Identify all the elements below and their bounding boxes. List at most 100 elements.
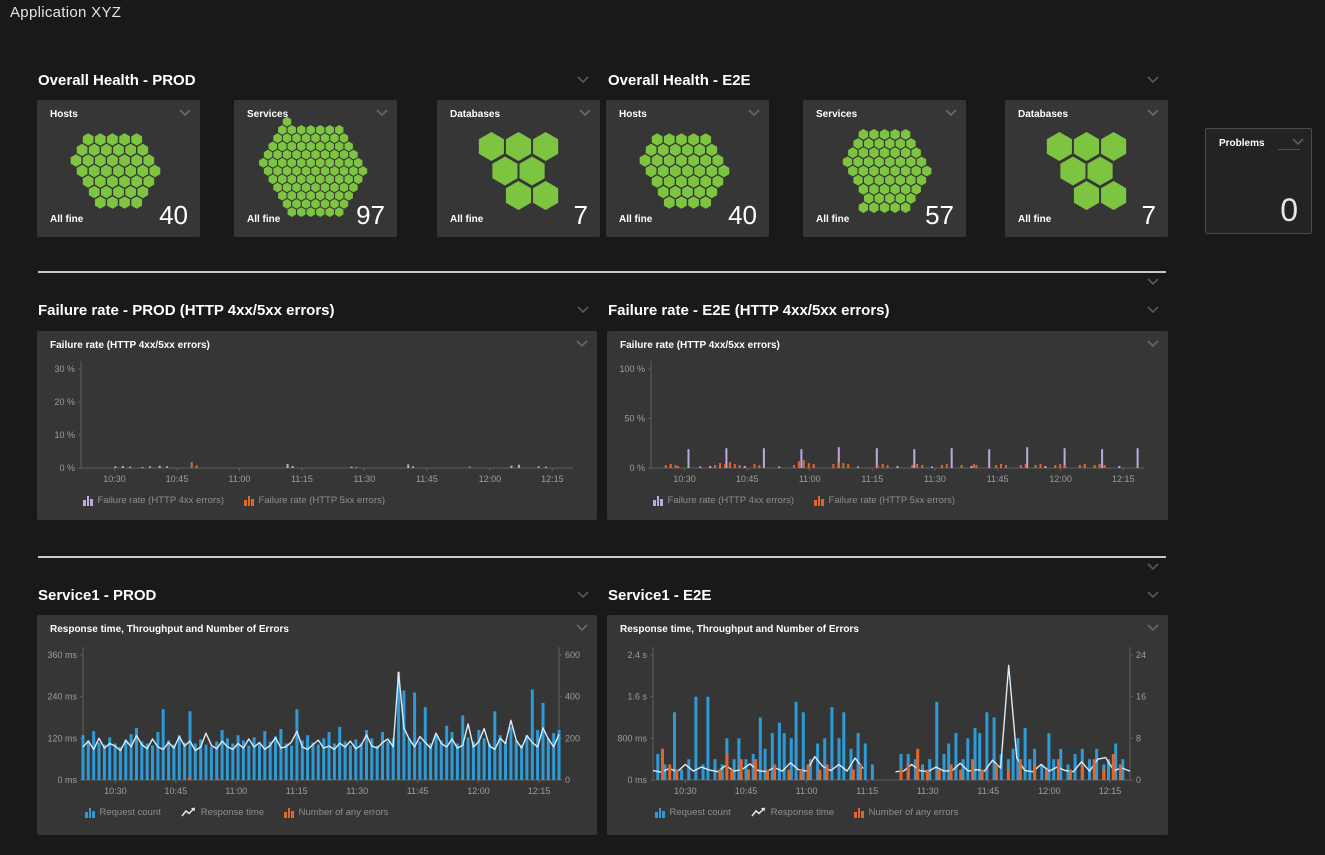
hexagon-entity [492,157,517,186]
chevron-down-icon[interactable] [1146,562,1160,571]
hexagon-entity [283,166,291,176]
chart-plot: 0 ms120 ms240 ms360 ms020040060010:3010:… [37,615,597,835]
hexagon-entity [880,166,889,177]
chevron-down-icon[interactable] [576,305,590,314]
health-tile-services-e2e[interactable]: ServicesAll fine57 [803,100,966,237]
hexagon-entity [896,175,905,186]
svg-text:24: 24 [1136,650,1146,660]
hexagon-entity [664,196,675,208]
hexagon-entity [646,165,657,177]
status-label: All fine [1018,214,1051,225]
health-tile-services-prod[interactable]: ServicesAll fine97 [234,100,397,237]
svg-text:11:00: 11:00 [228,474,250,484]
entity-count: 57 [925,200,954,231]
hexagon-entity [875,156,884,167]
svg-text:11:45: 11:45 [407,786,429,796]
hexagon-entity [288,191,296,201]
bar-chart-icon [653,495,663,506]
svg-text:10:45: 10:45 [165,786,188,796]
svg-text:11:45: 11:45 [987,474,1009,484]
line-chart-icon [751,807,766,818]
hexagon-entity [1074,132,1099,161]
section-title-overall-health-prod: Overall Health - PROD [38,72,196,89]
problems-tile[interactable]: Problems 0 [1205,128,1312,234]
hexagon-entity [107,196,118,208]
hexagon-entity [326,125,334,135]
hexagon-entity [307,191,315,201]
hexagon-entity [859,166,868,177]
svg-text:0: 0 [1136,775,1141,785]
hexagon-entity [664,133,675,145]
health-tile-databases-e2e[interactable]: DatabasesAll fine7 [1005,100,1168,237]
hexagon-entity [506,132,531,161]
hexagon-entity [143,175,154,187]
hexagon-entity [706,144,717,156]
hexagon-entity [349,150,357,160]
svg-text:11:45: 11:45 [416,474,438,484]
hexagon-entity [906,193,915,204]
hexagon-entity [107,154,118,166]
hexagon-entity [901,129,910,140]
chart-legend: Request countResponse timeNumber of any … [85,807,388,818]
hexagon-entity [688,196,699,208]
hexagon-entity [335,125,343,135]
hexagon-entity [307,158,315,168]
hexagon-entity [885,175,894,186]
hexagon-entity [321,133,329,143]
hexagon-entity [875,193,884,204]
chevron-down-icon[interactable] [1146,305,1160,314]
chart-tile-failure-e2e[interactable]: Failure rate (HTTP 4xx/5xx errors)0 %50 … [607,331,1168,520]
hexagon-entity [288,207,296,217]
hexagon-entity [316,125,324,135]
hexagon-entity [101,165,112,177]
hexagon-entity [922,166,931,177]
chevron-down-icon[interactable] [1291,137,1305,146]
hexagon-entity [273,166,281,176]
svg-text:11:15: 11:15 [291,474,313,484]
hexagon-entity [906,156,915,167]
hexagon-entity [706,165,717,177]
hexagon-entity [335,207,343,217]
chart-tile-failure-prod[interactable]: Failure rate (HTTP 4xx/5xx errors)0 %10 … [37,331,597,520]
hexagon-entity [113,186,124,198]
hexagon-entity [652,154,663,166]
bar-chart-icon [655,807,665,818]
hexagon-entity [297,125,305,135]
chevron-down-icon[interactable] [1146,590,1160,599]
chart-tile-service-prod[interactable]: Response time, Throughput and Number of … [37,615,597,835]
hexagon-entity [875,175,884,186]
hexagon-entity [664,175,675,187]
hexagon-entity [297,158,305,168]
legend-item: Number of any errors [854,807,958,818]
chevron-down-icon[interactable] [1146,75,1160,84]
hexagon-entity [307,141,315,151]
hexagon-entity [670,186,681,198]
chart-tile-service-e2e[interactable]: Response time, Throughput and Number of … [607,615,1168,835]
chevron-down-icon[interactable] [576,590,590,599]
hexagon-entity [896,138,905,149]
svg-text:8: 8 [1136,733,1141,743]
hexagon-entity [700,154,711,166]
hexagon-entity [71,154,82,166]
health-tile-hosts-e2e[interactable]: HostsAll fine40 [606,100,769,237]
hexagon-entity [278,125,286,135]
hexagon-entity [912,166,921,177]
hexagon-entity [131,133,142,145]
hexagon-entity [95,133,106,145]
hexagon-entity [77,165,88,177]
svg-text:11:00: 11:00 [799,474,821,484]
chevron-down-icon[interactable] [1146,277,1160,286]
hexagon-entity [848,166,857,177]
hexagon-entity [676,196,687,208]
legend-label: Request count [670,807,731,818]
hexagon-entity [880,184,889,195]
health-tile-databases-prod[interactable]: DatabasesAll fine7 [437,100,600,237]
hexagon-entity [119,175,130,187]
legend-label: Number of any errors [869,807,959,818]
legend-item: Response time [181,807,264,818]
hexagon-entity [330,199,338,209]
hexagon-entity [670,144,681,156]
svg-text:0 %: 0 % [629,463,645,473]
chevron-down-icon[interactable] [576,75,590,84]
health-tile-hosts-prod[interactable]: HostsAll fine40 [37,100,200,237]
